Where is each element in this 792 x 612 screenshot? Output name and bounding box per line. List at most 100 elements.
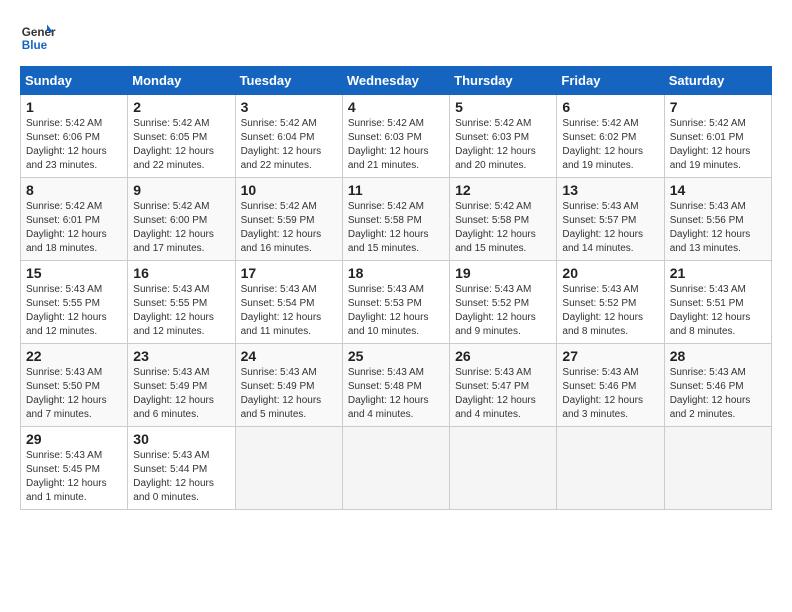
day-info: Sunrise: 5:43 AMSunset: 5:44 PMDaylight:…: [133, 449, 229, 505]
calendar-cell: 30 Sunrise: 5:43 AMSunset: 5:44 PMDayligh…: [128, 427, 235, 510]
calendar-week-1: 1 Sunrise: 5:42 AMSunset: 6:06 PMDaylight…: [21, 95, 772, 178]
day-number: 29: [26, 431, 122, 447]
calendar-cell: 13 Sunrise: 5:43 AMSunset: 5:57 PMDayligh…: [557, 178, 664, 261]
calendar-cell: 4Sunrise: 5:42 AMSunset: 6:03 PMDaylight…: [342, 95, 449, 178]
day-info: Sunrise: 5:43 AMSunset: 5:46 PMDaylight:…: [562, 366, 658, 422]
calendar-cell: 12 Sunrise: 5:42 AMSunset: 5:58 PMDayligh…: [450, 178, 557, 261]
day-info: Sunrise: 5:43 AMSunset: 5:50 PMDaylight:…: [26, 366, 122, 422]
day-number: 27: [562, 348, 658, 364]
day-number: 18: [348, 265, 444, 281]
day-info: Sunrise: 5:43 AMSunset: 5:55 PMDaylight:…: [26, 283, 122, 339]
calendar-cell: 5 Sunrise: 5:42 AMSunset: 6:03 PMDaylight…: [450, 95, 557, 178]
calendar-cell: [342, 427, 449, 510]
day-info: Sunrise: 5:42 AMSunset: 5:58 PMDaylight:…: [455, 200, 551, 256]
logo-icon: General Blue: [20, 20, 56, 56]
day-info: Sunrise: 5:43 AMSunset: 5:54 PMDaylight:…: [241, 283, 337, 339]
day-info: Sunrise: 5:43 AMSunset: 5:49 PMDaylight:…: [133, 366, 229, 422]
day-info: Sunrise: 5:42 AMSunset: 6:03 PMDaylight:…: [348, 117, 444, 173]
day-info: Sunrise: 5:43 AMSunset: 5:48 PMDaylight:…: [348, 366, 444, 422]
day-number: 12: [455, 182, 551, 198]
day-info: Sunrise: 5:43 AMSunset: 5:49 PMDaylight:…: [241, 366, 337, 422]
svg-text:Blue: Blue: [22, 39, 48, 52]
day-info: Sunrise: 5:42 AMSunset: 6:03 PMDaylight:…: [455, 117, 551, 173]
weekday-friday: Friday: [557, 67, 664, 95]
calendar-week-5: 29 Sunrise: 5:43 AMSunset: 5:45 PMDayligh…: [21, 427, 772, 510]
calendar-cell: 22 Sunrise: 5:43 AMSunset: 5:50 PMDayligh…: [21, 344, 128, 427]
calendar-cell: 3Sunrise: 5:42 AMSunset: 6:04 PMDaylight…: [235, 95, 342, 178]
day-number: 21: [670, 265, 766, 281]
day-info: Sunrise: 5:42 AMSunset: 6:01 PMDaylight:…: [670, 117, 766, 173]
svg-text:General: General: [22, 26, 56, 39]
day-number: 6: [562, 99, 658, 115]
calendar-cell: 16Sunrise: 5:43 AMSunset: 5:55 PMDayligh…: [128, 261, 235, 344]
day-number: 20: [562, 265, 658, 281]
day-info: Sunrise: 5:43 AMSunset: 5:46 PMDaylight:…: [670, 366, 766, 422]
calendar-cell: 1 Sunrise: 5:42 AMSunset: 6:06 PMDaylight…: [21, 95, 128, 178]
calendar-cell: 21 Sunrise: 5:43 AMSunset: 5:51 PMDayligh…: [664, 261, 771, 344]
day-info: Sunrise: 5:42 AMSunset: 6:01 PMDaylight:…: [26, 200, 122, 256]
calendar-cell: 11 Sunrise: 5:42 AMSunset: 5:58 PMDayligh…: [342, 178, 449, 261]
day-number: 11: [348, 182, 444, 198]
calendar-cell: [557, 427, 664, 510]
day-number: 13: [562, 182, 658, 198]
calendar-cell: 27 Sunrise: 5:43 AMSunset: 5:46 PMDayligh…: [557, 344, 664, 427]
day-info: Sunrise: 5:43 AMSunset: 5:56 PMDaylight:…: [670, 200, 766, 256]
calendar-cell: 6 Sunrise: 5:42 AMSunset: 6:02 PMDaylight…: [557, 95, 664, 178]
day-number: 8: [26, 182, 122, 198]
day-number: 2: [133, 99, 229, 115]
page-header: General Blue: [20, 20, 772, 56]
day-info: Sunrise: 5:43 AMSunset: 5:47 PMDaylight:…: [455, 366, 551, 422]
weekday-wednesday: Wednesday: [342, 67, 449, 95]
weekday-monday: Monday: [128, 67, 235, 95]
day-info: Sunrise: 5:42 AMSunset: 5:59 PMDaylight:…: [241, 200, 337, 256]
day-number: 10: [241, 182, 337, 198]
day-number: 26: [455, 348, 551, 364]
calendar-week-3: 15 Sunrise: 5:43 AMSunset: 5:55 PMDayligh…: [21, 261, 772, 344]
day-info: Sunrise: 5:43 AMSunset: 5:57 PMDaylight:…: [562, 200, 658, 256]
day-info: Sunrise: 5:43 AMSunset: 5:52 PMDaylight:…: [455, 283, 551, 339]
calendar-cell: 23 Sunrise: 5:43 AMSunset: 5:49 PMDayligh…: [128, 344, 235, 427]
weekday-sunday: Sunday: [21, 67, 128, 95]
day-info: Sunrise: 5:42 AMSunset: 6:00 PMDaylight:…: [133, 200, 229, 256]
day-info: Sunrise: 5:43 AMSunset: 5:55 PMDaylight:…: [133, 283, 229, 339]
calendar-table: SundayMondayTuesdayWednesdayThursdayFrid…: [20, 66, 772, 510]
day-number: 7: [670, 99, 766, 115]
day-info: Sunrise: 5:42 AMSunset: 6:06 PMDaylight:…: [26, 117, 122, 173]
day-number: 24: [241, 348, 337, 364]
calendar-cell: 28 Sunrise: 5:43 AMSunset: 5:46 PMDayligh…: [664, 344, 771, 427]
day-info: Sunrise: 5:42 AMSunset: 6:02 PMDaylight:…: [562, 117, 658, 173]
day-number: 3: [241, 99, 337, 115]
day-number: 15: [26, 265, 122, 281]
calendar-cell: 20 Sunrise: 5:43 AMSunset: 5:52 PMDayligh…: [557, 261, 664, 344]
calendar-cell: [664, 427, 771, 510]
weekday-tuesday: Tuesday: [235, 67, 342, 95]
calendar-cell: [450, 427, 557, 510]
calendar-cell: 19Sunrise: 5:43 AMSunset: 5:52 PMDayligh…: [450, 261, 557, 344]
calendar-cell: 25 Sunrise: 5:43 AMSunset: 5:48 PMDayligh…: [342, 344, 449, 427]
day-number: 28: [670, 348, 766, 364]
day-number: 25: [348, 348, 444, 364]
calendar-cell: 26 Sunrise: 5:43 AMSunset: 5:47 PMDayligh…: [450, 344, 557, 427]
calendar-cell: [235, 427, 342, 510]
calendar-cell: 18Sunrise: 5:43 AMSunset: 5:53 PMDayligh…: [342, 261, 449, 344]
calendar-cell: 24 Sunrise: 5:43 AMSunset: 5:49 PMDayligh…: [235, 344, 342, 427]
calendar-cell: 7 Sunrise: 5:42 AMSunset: 6:01 PMDaylight…: [664, 95, 771, 178]
day-number: 5: [455, 99, 551, 115]
calendar-week-4: 22 Sunrise: 5:43 AMSunset: 5:50 PMDayligh…: [21, 344, 772, 427]
calendar-week-2: 8 Sunrise: 5:42 AMSunset: 6:01 PMDaylight…: [21, 178, 772, 261]
day-number: 30: [133, 431, 229, 447]
calendar-cell: 14 Sunrise: 5:43 AMSunset: 5:56 PMDayligh…: [664, 178, 771, 261]
day-number: 9: [133, 182, 229, 198]
day-info: Sunrise: 5:43 AMSunset: 5:45 PMDaylight:…: [26, 449, 122, 505]
day-number: 1: [26, 99, 122, 115]
weekday-thursday: Thursday: [450, 67, 557, 95]
calendar-cell: 15 Sunrise: 5:43 AMSunset: 5:55 PMDayligh…: [21, 261, 128, 344]
logo: General Blue: [20, 20, 56, 56]
day-info: Sunrise: 5:43 AMSunset: 5:51 PMDaylight:…: [670, 283, 766, 339]
day-number: 22: [26, 348, 122, 364]
calendar-cell: 17Sunrise: 5:43 AMSunset: 5:54 PMDayligh…: [235, 261, 342, 344]
day-number: 14: [670, 182, 766, 198]
day-number: 23: [133, 348, 229, 364]
day-info: Sunrise: 5:43 AMSunset: 5:52 PMDaylight:…: [562, 283, 658, 339]
day-info: Sunrise: 5:42 AMSunset: 5:58 PMDaylight:…: [348, 200, 444, 256]
